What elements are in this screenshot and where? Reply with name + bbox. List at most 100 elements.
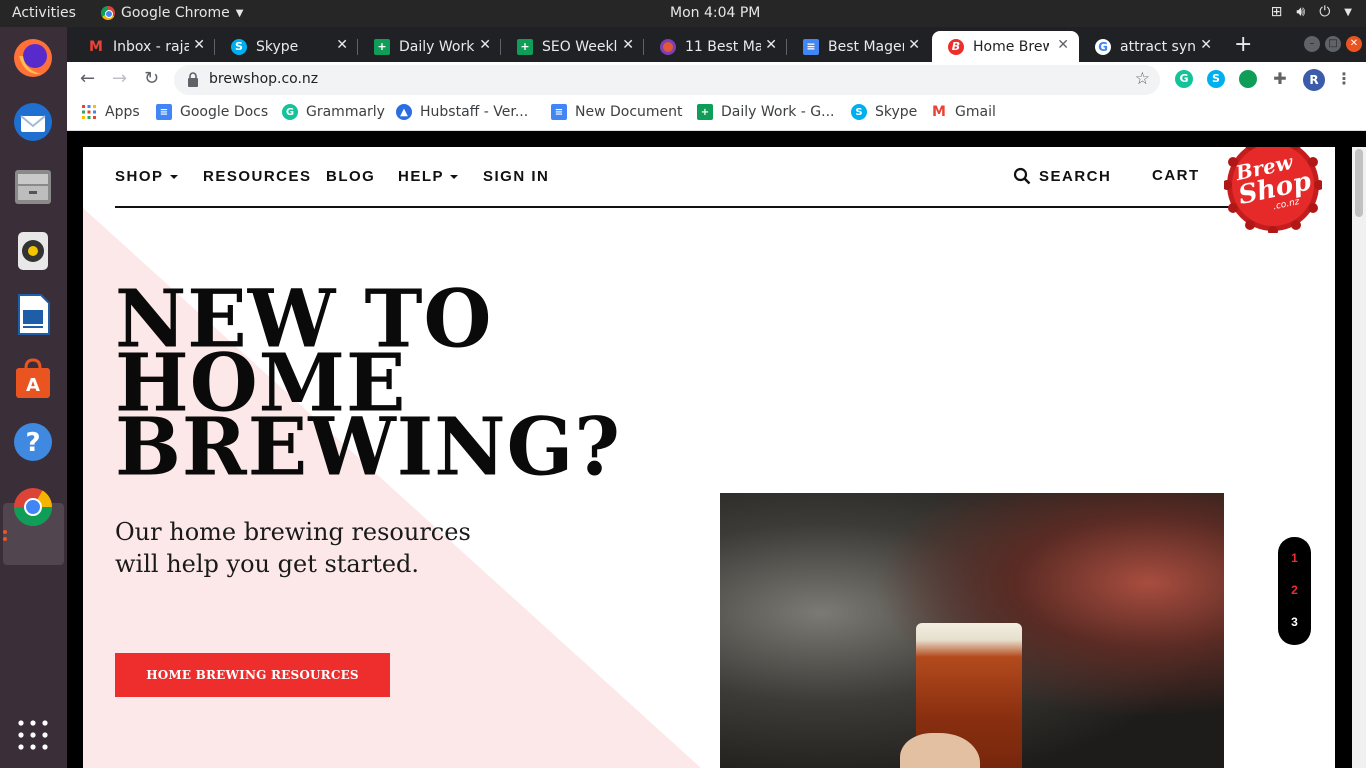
help-icon[interactable]: ?	[10, 419, 56, 465]
system-tray[interactable]: ⊞ 🔊︎ ⏻ ▼	[1271, 4, 1352, 20]
files-icon[interactable]	[10, 163, 56, 209]
reload-button[interactable]: ↻	[144, 68, 159, 89]
grammarly-icon[interactable]: G	[1175, 70, 1193, 88]
bookmark-label: Grammarly	[306, 104, 385, 120]
chrome-icon	[101, 6, 115, 20]
skype-icon: S	[851, 104, 867, 120]
bookmark-grammarly[interactable]: G Grammarly	[282, 104, 385, 120]
nav-help[interactable]: HELP	[398, 168, 459, 185]
svg-text:A: A	[26, 375, 40, 396]
profile-avatar[interactable]: R	[1303, 69, 1325, 91]
extensions-icon[interactable]: ✚	[1271, 70, 1289, 88]
thunderbird-icon[interactable]	[10, 99, 56, 145]
close-icon[interactable]: ✕	[193, 37, 205, 53]
forward-button[interactable]: →	[112, 68, 127, 89]
browser-tab-active[interactable]: B Home Brew ✕	[932, 31, 1079, 62]
hero-title-line: BREWING?	[115, 401, 621, 494]
clock[interactable]: Mon 4:04 PM	[670, 5, 760, 21]
google-icon: G	[1095, 38, 1111, 55]
grammarly-icon: G	[282, 104, 298, 120]
lock-icon	[188, 72, 198, 87]
apps-grid-icon	[82, 105, 96, 119]
caret-down-icon	[169, 175, 178, 180]
bookmark-label: New Document	[575, 104, 683, 120]
close-icon[interactable]: ✕	[765, 37, 777, 53]
bookmark-label: Daily Work - G...	[721, 104, 835, 120]
nav-shop[interactable]: SHOP	[115, 168, 178, 185]
bookmark-skype[interactable]: S Skype	[851, 104, 917, 120]
bookmark-new-document[interactable]: ≡ New Document	[551, 104, 683, 120]
address-bar[interactable]: brewshop.co.nz ☆	[174, 65, 1160, 95]
nav-sign-in[interactable]: SIGN IN	[483, 168, 549, 185]
caret-down-icon	[450, 175, 459, 180]
app-menu[interactable]: Google Chrome ▼	[101, 5, 243, 21]
slider-pagination: 1 2 3	[1278, 537, 1311, 645]
site-icon	[660, 38, 676, 55]
bookmark-hubstaff[interactable]: ▲ Hubstaff - Ver...	[396, 104, 528, 120]
back-button[interactable]: ←	[80, 68, 95, 89]
gmail-icon: M	[932, 104, 946, 120]
page-scrollbar[interactable]	[1352, 147, 1366, 768]
nav-search-label: SEARCH	[1039, 167, 1112, 185]
hubstaff-icon[interactable]	[1239, 70, 1257, 88]
software-center-icon[interactable]: A	[10, 355, 56, 401]
nav-cart[interactable]: CART	[1152, 167, 1200, 184]
chrome-icon[interactable]	[10, 484, 56, 530]
close-icon[interactable]: ✕	[1200, 37, 1212, 53]
tab-title: attract sync	[1120, 38, 1196, 55]
bookmark-google-docs[interactable]: ≡ Google Docs	[156, 104, 268, 120]
chevron-down-icon: ▼	[235, 7, 244, 19]
running-indicator	[3, 530, 7, 534]
close-icon[interactable]: ✕	[1057, 37, 1069, 53]
bookmarks-bar: Apps ≡ Google Docs G Grammarly ▲ Hubstaf…	[67, 98, 1366, 131]
close-icon[interactable]: ✕	[336, 37, 348, 53]
menu-icon[interactable]: ⋮	[1335, 70, 1353, 88]
volume-icon[interactable]: 🔊︎	[1296, 4, 1305, 20]
firefox-icon[interactable]	[10, 35, 56, 81]
bookmark-label: Google Docs	[180, 104, 269, 120]
nav-search[interactable]: SEARCH	[1013, 167, 1111, 185]
nav-blog[interactable]: BLOG	[326, 168, 375, 185]
close-icon[interactable]: ✕	[622, 37, 634, 53]
close-icon[interactable]: ✕	[908, 37, 920, 53]
skype-icon[interactable]: S	[1207, 70, 1225, 88]
browser-tab[interactable]: ≡ Best Magen ✕	[787, 31, 930, 62]
chevron-down-icon[interactable]: ▼	[1344, 7, 1352, 18]
scrollbar-thumb[interactable]	[1355, 149, 1363, 217]
browser-tab[interactable]: S Skype ✕	[215, 31, 358, 62]
browser-tab[interactable]: + SEO Weekly ✕	[501, 31, 644, 62]
bookmark-gmail[interactable]: M Gmail	[931, 104, 996, 120]
tab-title: Best Magen	[828, 38, 904, 55]
browser-tab[interactable]: G attract sync ✕	[1079, 31, 1222, 62]
rhythmbox-icon[interactable]	[10, 227, 56, 273]
bookmark-daily-work[interactable]: + Daily Work - G...	[697, 104, 834, 120]
slider-dot[interactable]: 1	[1278, 551, 1311, 565]
tab-title: Daily Work	[399, 38, 475, 55]
slider-dot[interactable]: 2	[1278, 583, 1311, 597]
network-icon[interactable]: ⊞	[1271, 4, 1283, 20]
docs-icon: ≡	[803, 38, 819, 55]
close-window-button[interactable]: ✕	[1346, 36, 1362, 52]
activities-button[interactable]: Activities	[12, 5, 76, 21]
libreoffice-writer-icon[interactable]	[10, 291, 56, 337]
nav-resources[interactable]: RESOURCES	[203, 168, 312, 185]
brewshop-logo[interactable]: Brew Shop .co.nz	[1222, 147, 1324, 236]
close-icon[interactable]: ✕	[479, 37, 491, 53]
browser-tab[interactable]: 11 Best Mag ✕	[644, 31, 787, 62]
maximize-button[interactable]: □	[1325, 36, 1341, 52]
minimize-button[interactable]: –	[1304, 36, 1320, 52]
bookmark-label: Gmail	[955, 104, 996, 120]
show-apps-icon[interactable]	[10, 712, 56, 758]
home-brewing-resources-button[interactable]: HOME BREWING RESOURCES	[115, 653, 390, 697]
sheets-icon: +	[517, 38, 533, 55]
browser-tab[interactable]: M Inbox - raja ✕	[72, 31, 215, 62]
power-icon[interactable]: ⏻	[1319, 4, 1330, 20]
slider-dot-active[interactable]: 3	[1278, 615, 1311, 629]
hero-title: NEW TO HOME BREWING?	[115, 280, 621, 494]
bookmark-label: Hubstaff - Ver...	[420, 104, 529, 120]
bookmark-star-icon[interactable]: ☆	[1135, 69, 1150, 89]
browser-tab[interactable]: + Daily Work ✕	[358, 31, 501, 62]
bookmark-apps[interactable]: Apps	[81, 104, 140, 120]
new-tab-button[interactable]: +	[1234, 32, 1252, 57]
search-icon	[1013, 167, 1031, 185]
